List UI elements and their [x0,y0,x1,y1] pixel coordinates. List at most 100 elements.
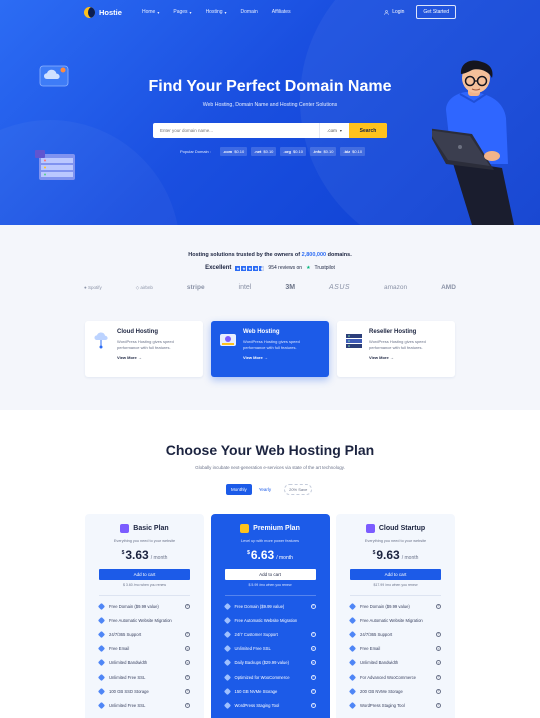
login-link[interactable]: Login [384,9,404,15]
view-more-link[interactable]: View More → [243,355,321,360]
info-icon[interactable]: ? [436,660,441,666]
popular-domain-chip[interactable]: .info $0.10 [309,147,337,156]
feature-item: 200 GB NVMe Storage? [348,684,441,698]
feature-item: Free Domain ($9.99 value)? [223,599,316,613]
view-more-link[interactable]: View More → [369,355,447,360]
plan-tagline: Everything you need to your website [113,539,176,543]
nav-item-home[interactable]: Home ▾ [142,9,159,15]
plan-tagline: Everything you need to your website [364,539,427,543]
info-icon[interactable]: ? [185,646,190,652]
plan-price: $ 6.63 / month [247,548,293,562]
feature-item: WordPress Staging Tool? [223,698,316,712]
rating-stars: ★ ★ ★ ★ ★ [235,265,265,271]
info-icon[interactable]: ? [436,702,441,708]
popular-domain-chip[interactable]: .net $0.10 [251,147,277,156]
trust-section: Hosting solutions trusted by the owners … [0,225,540,410]
check-diamond-icon [348,701,357,709]
info-icon[interactable]: ? [436,688,441,694]
feature-item: Free Automatic Website Migration [223,613,316,627]
view-more-link[interactable]: View More → [117,355,195,360]
service-card-cloud-hosting[interactable]: Cloud Hosting WordPress Hosting gives sp… [85,321,203,377]
nav-item-domain[interactable]: Domain [241,9,258,15]
plan-price: $ 9.63 / month [372,548,419,562]
popular-domain-chip[interactable]: .com $0.10 [219,147,248,156]
check-diamond-icon [223,673,231,681]
hero-section: Hostie Home ▾ Pages ▾ Hosting ▾ Domain Affi… [0,0,540,225]
info-icon[interactable]: ? [310,702,316,708]
info-icon[interactable]: ? [436,603,441,609]
chevron-down-icon: ▾ [339,128,342,133]
logo[interactable]: Hostie [84,6,140,18]
info-icon[interactable]: ? [185,688,190,694]
top-nav: Hostie Home ▾ Pages ▾ Hosting ▾ Domain Affi… [84,5,456,19]
info-icon[interactable]: ? [436,631,441,637]
info-icon[interactable]: ? [436,646,441,652]
check-diamond-icon [97,659,106,667]
info-icon[interactable]: ? [310,688,316,694]
add-to-cart-button[interactable]: Add to cart [99,569,190,580]
info-icon[interactable]: ? [185,660,190,666]
feature-item: Unlimited Free SSL? [97,670,190,684]
pricing-title: Choose Your Web Hosting Plan [165,442,375,458]
service-title: Reseller Hosting [369,329,417,335]
check-diamond-icon [348,645,357,653]
nav-item-hosting[interactable]: Hosting ▾ [206,9,227,15]
popular-domain-chip[interactable]: .biz $0.10 [340,147,366,156]
nav-item-affiliates[interactable]: Affiliates [272,9,291,15]
arrow-right-icon: → [137,355,142,361]
web-hosting-icon [220,334,236,346]
divider [99,595,190,596]
info-icon[interactable]: ? [185,702,190,708]
brand-logo-airbnb: ◇ airbnb [135,284,153,290]
service-desc: WordPress Hosting gives speed performanc… [243,339,300,350]
search-button[interactable]: Search [349,123,387,138]
service-cards: Cloud Hosting WordPress Hosting gives sp… [85,321,455,377]
tld-select[interactable]: .com ▾ [319,123,349,138]
trustpilot-rating[interactable]: Excellent ★ ★ ★ ★ ★ 954 reviews on ★ Tru… [0,265,540,271]
feature-item: Free Domain ($9.99 value)? [348,599,441,613]
feature-item: Free Automatic Website Migration [97,613,190,627]
info-icon[interactable]: ? [185,631,190,637]
info-icon[interactable]: ? [310,674,316,680]
domain-search-input[interactable] [153,123,319,138]
check-diamond-icon [348,630,357,639]
chevron-down-icon: ▾ [157,9,160,15]
divider [224,595,316,596]
trustpilot-name: Trustpilot [314,265,335,271]
add-to-cart-button[interactable]: Add to cart [224,569,316,580]
plan-cloud-icon [365,524,375,533]
toggle-monthly[interactable]: Monthly [226,484,252,495]
plan-shield-icon [120,524,130,533]
info-icon[interactable]: ? [310,660,316,666]
check-diamond-icon [223,659,231,667]
brand-logo-3m: 3M [285,284,296,291]
nav-item-pages[interactable]: Pages ▾ [173,9,191,15]
divider [350,595,441,596]
chevron-down-icon: ▾ [224,9,227,15]
service-card-reseller-hosting[interactable]: Reseller Hosting WordPress Hosting gives… [337,321,455,377]
plan-price: $ 3.63 / month [121,548,168,562]
add-to-cart-button[interactable]: Add to cart [350,569,441,580]
service-desc: WordPress Hosting gives speed performanc… [369,339,426,350]
star-icon: ★ [253,265,259,271]
info-icon[interactable]: ? [310,631,316,637]
feature-item: Optimized for WooCommerce? [223,670,316,684]
star-icon: ★ [235,265,241,271]
feature-item: Free Automatic Website Migration [348,613,441,627]
plan-tagline: Level up with more power features [240,539,300,543]
arrow-right-icon: → [263,355,268,361]
popular-domain-chip[interactable]: .org $0.10 [280,147,306,156]
plan-card-basic: Basic Plan Everything you need to your w… [85,514,204,718]
check-diamond-icon [97,630,106,639]
check-diamond-icon [223,701,231,709]
get-started-button[interactable]: Get Started [416,5,456,19]
info-icon[interactable]: ? [310,646,316,652]
service-card-web-hosting[interactable]: Web Hosting WordPress Hosting gives spee… [211,321,329,377]
info-icon[interactable]: ? [436,674,441,680]
check-diamond-icon [97,645,106,653]
toggle-yearly[interactable]: Yearly [254,484,276,495]
info-icon[interactable]: ? [185,674,190,680]
info-icon[interactable]: ? [310,603,316,609]
pricing-cards: Basic Plan Everything you need to your w… [85,514,455,718]
info-icon[interactable]: ? [185,603,190,609]
